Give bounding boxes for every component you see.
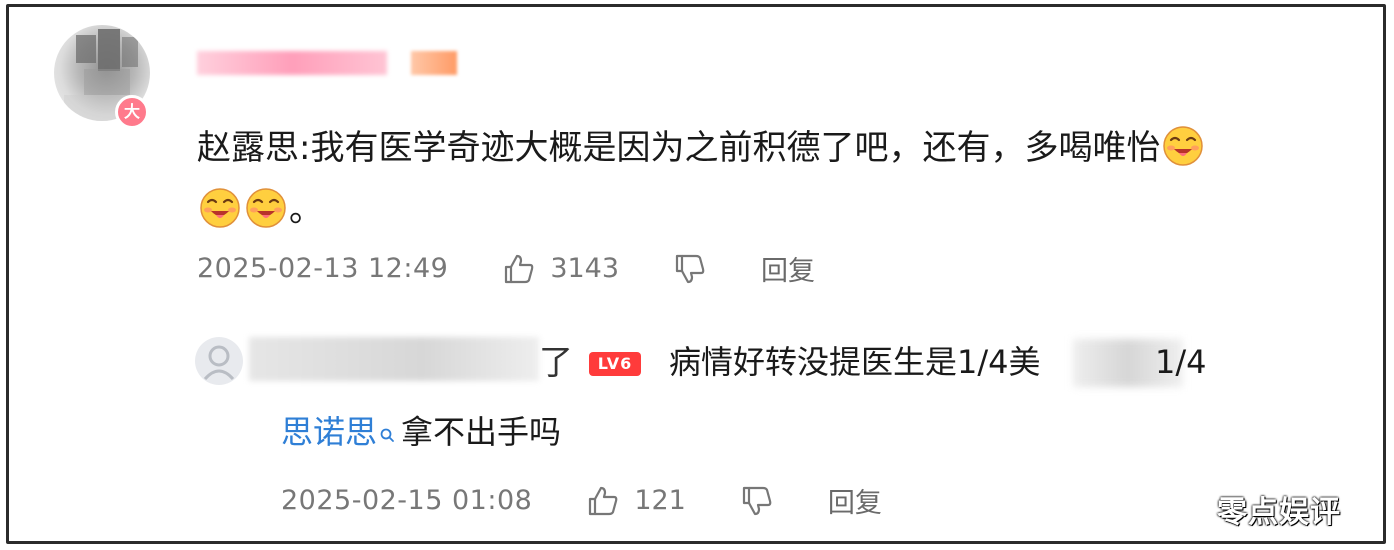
username-badge-blurred	[411, 51, 457, 75]
reply-button[interactable]: 回复	[828, 481, 882, 520]
level-badge: LV6	[589, 352, 641, 376]
comment-text-main: 赵露思:我有医学奇迹大概是因为之前积德了吧，还有，多喝唯怡	[197, 128, 1161, 168]
username-blurred[interactable]	[197, 51, 387, 75]
drool-face-emoji-icon	[246, 188, 286, 228]
avatar-mosaic	[76, 35, 96, 63]
comment-like-count: 3143	[550, 253, 620, 284]
comment-text: 赵露思:我有医学奇迹大概是因为之前积德了吧，还有，多喝唯怡 。	[197, 117, 1317, 241]
drool-face-emoji-icon	[1163, 126, 1204, 166]
reply-text: 病情好转没提医生是1/4美	[669, 343, 1041, 381]
thumbs-down-icon[interactable]	[673, 252, 707, 286]
reply-like-count: 121	[634, 485, 686, 516]
reply-text-line2: 思诺思 拿不出手吗	[281, 411, 561, 453]
comment-timestamp: 2025-02-13 12:49	[197, 253, 449, 284]
reply-username-blurred[interactable]	[249, 337, 539, 381]
vip-badge: 大	[115, 95, 149, 129]
avatar-mosaic	[84, 69, 130, 95]
watermark: 零点娱评	[1217, 495, 1341, 530]
default-avatar-icon	[203, 345, 235, 381]
reply-avatar[interactable]	[195, 337, 243, 385]
comment-card: 大 赵露思:我有医学奇迹大概是因为之前积德了吧，还有，多喝唯怡 。 2025-0…	[6, 4, 1386, 544]
reply-text-tail: 1/4	[1155, 343, 1207, 381]
reply-timestamp: 2025-02-15 01:08	[281, 485, 533, 516]
reply-text-after-mention: 拿不出手吗	[401, 413, 562, 451]
avatar-mosaic	[98, 29, 120, 71]
thumbs-down-icon[interactable]	[740, 484, 774, 518]
avatar-mosaic	[122, 37, 138, 67]
reply-button[interactable]: 回复	[761, 249, 815, 288]
comment-meta: 2025-02-13 12:49 3143 回复	[197, 249, 815, 288]
reply-username-tail: 了	[539, 343, 573, 383]
drool-face-emoji-icon	[200, 188, 240, 228]
reply-meta: 2025-02-15 01:08 121 回复	[281, 481, 882, 520]
mention-link[interactable]: 思诺思	[281, 411, 377, 453]
search-icon[interactable]	[379, 411, 395, 453]
comment-text-end: 。	[289, 190, 323, 230]
thumbs-up-icon[interactable]	[586, 484, 620, 518]
thumbs-up-icon[interactable]	[502, 252, 536, 286]
